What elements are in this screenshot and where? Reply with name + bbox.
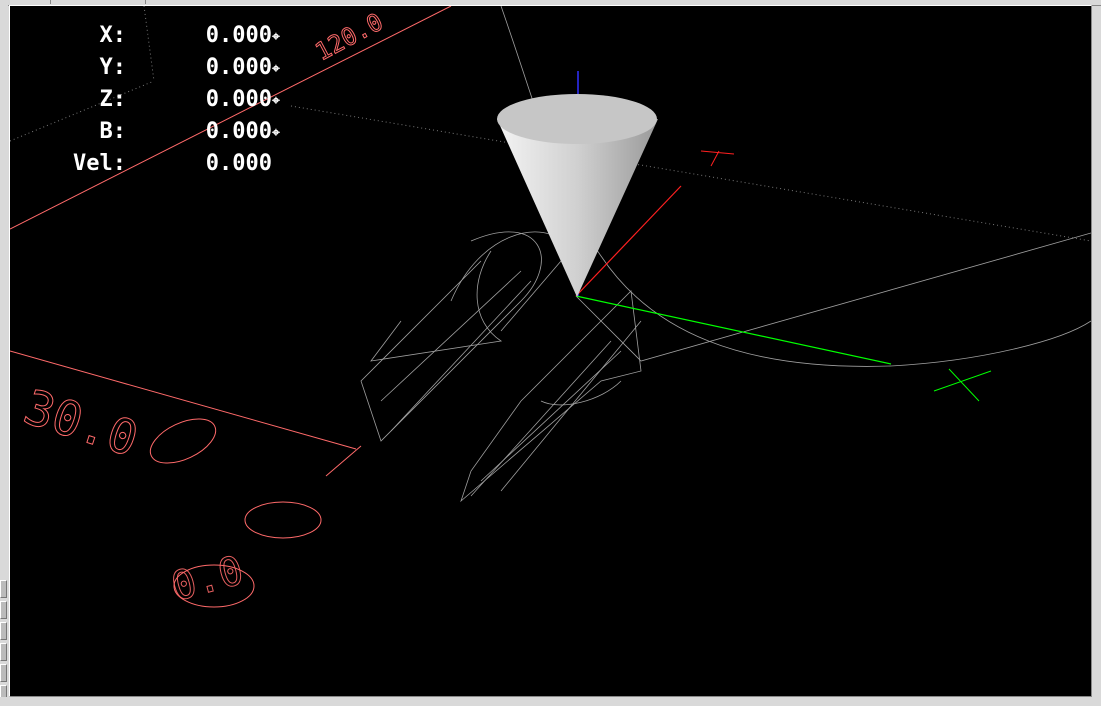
velocity-label: Vel: (73, 151, 126, 176)
y-extent-label: 30.0 (17, 379, 144, 468)
x-axis-marker (700, 150, 735, 167)
tool-cone (497, 94, 658, 297)
toolbar-button[interactable] (0, 664, 7, 682)
toolbar-button[interactable] (0, 643, 7, 661)
y-axis-marker (933, 368, 992, 402)
velocity-value: 0.000 (205, 151, 272, 176)
axis-label: Y: (99, 55, 127, 80)
tab[interactable] (50, 0, 146, 4)
homed-crosshair-icon: ⌖ (272, 125, 280, 141)
tab[interactable] (0, 0, 51, 4)
dro-row-b: B: 0.000 ⌖ (10, 116, 288, 148)
toolbar-button[interactable] (0, 580, 7, 598)
position-readout: X: 0.000 ⌖ Y: 0.000 ⌖ Z: 0.000 ⌖ B: 0.000 ⌖ Vel:… (10, 20, 288, 180)
dro-row-y: Y: 0.000 ⌖ (10, 52, 288, 84)
homed-crosshair-icon: ⌖ (272, 29, 280, 45)
dro-row-vel: Vel: 0.000 (10, 148, 288, 180)
axis-label: X: (99, 23, 127, 48)
homed-crosshair-icon: ⌖ (272, 61, 280, 77)
3d-preview-canvas[interactable]: 120.0 30.0 X: 0.000 ⌖ Y: 0.000 ⌖ Z: 0.00… (9, 5, 1092, 697)
axis-label: Z: (99, 87, 127, 112)
dro-row-x: X: 0.000 ⌖ (10, 20, 288, 52)
status-bar (0, 697, 1101, 706)
toolbar-button[interactable] (0, 622, 7, 640)
axis-value: 0.000 (205, 23, 272, 48)
dro-row-z: Z: 0.000 ⌖ (10, 84, 288, 116)
toolbar-button[interactable] (0, 601, 7, 619)
left-toolbar (0, 5, 8, 705)
axis-value: 0.000 (205, 87, 272, 112)
toolpath (360, 6, 1091, 503)
y-axis (575, 295, 892, 365)
axis-value: 0.000 (205, 55, 272, 80)
axis-value: 0.000 (205, 119, 272, 144)
axis-label: B: (99, 119, 127, 144)
homed-crosshair-icon: ⌖ (272, 93, 280, 109)
